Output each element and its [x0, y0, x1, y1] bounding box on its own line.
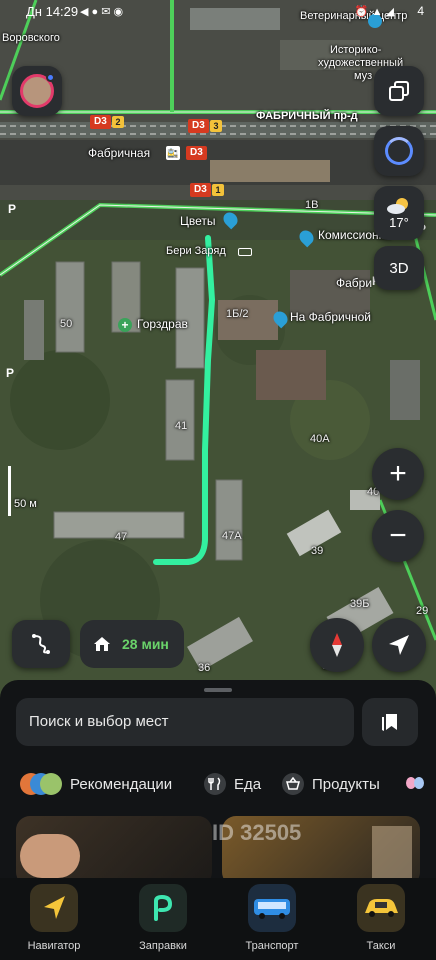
nav-label: Заправки	[139, 940, 187, 952]
nav-fuel[interactable]: Заправки	[113, 884, 213, 958]
map-label-flowers-shop[interactable]: Цветы	[180, 214, 216, 228]
navigator-icon	[30, 884, 78, 932]
nav-label: Такси	[366, 940, 396, 952]
map-label-fabri[interactable]: Фабри	[336, 276, 372, 290]
building-number: 40А	[310, 433, 330, 445]
basket-icon	[282, 773, 304, 795]
bottom-navigation: Навигатор Заправки Транспорт Такси	[0, 878, 436, 960]
building-number: 36	[198, 662, 211, 674]
3d-mode-button[interactable]: 3D	[374, 246, 424, 290]
signal-icons: ⏰ ▲ ◢	[354, 6, 394, 18]
card-photo	[372, 826, 412, 880]
building-number: 39	[311, 545, 324, 557]
nav-taxi[interactable]: Такси	[331, 884, 431, 958]
bookmarks-button[interactable]	[362, 698, 418, 746]
category-groceries[interactable]: Продукты	[282, 770, 380, 798]
notification-icons: ◀ ● ✉ ◉	[80, 6, 124, 18]
building-number: 47А	[222, 530, 242, 542]
sheet-handle[interactable]	[204, 688, 232, 692]
road-number: 3	[210, 120, 222, 132]
road-number: 1	[212, 184, 224, 196]
fork-knife-icon	[204, 773, 226, 795]
building-number: 39Б	[350, 598, 370, 610]
nav-transport[interactable]: Транспорт	[222, 884, 322, 958]
building-number: 1В	[305, 199, 319, 211]
weather-button[interactable]: 17°	[374, 186, 424, 240]
map-label-museum-1: Историко-	[330, 44, 382, 56]
promo-cards: ID 32505	[0, 816, 436, 880]
bookmarks-icon	[382, 714, 397, 731]
road-badge: D3	[186, 146, 207, 160]
battery-level: 4	[417, 4, 424, 18]
route-duration: 28 мин	[122, 636, 169, 652]
building-number: 41	[175, 420, 188, 432]
avatar	[20, 73, 55, 108]
map-label-fabrichnaya-station[interactable]: Фабричная	[88, 146, 150, 160]
fuel-icon	[139, 884, 187, 932]
parking-icon: P	[8, 202, 17, 216]
recommendations-icon	[20, 773, 62, 795]
map-label-gorzdrav[interactable]: Горздрав	[137, 317, 188, 331]
location-arrow-icon	[389, 635, 409, 655]
map-label-museum-3: муз	[354, 70, 373, 82]
butterfly-icon[interactable]	[404, 774, 426, 796]
app-screen: Воровского Ветеринарный центр Историко- …	[0, 0, 436, 960]
nav-label: Транспорт	[245, 940, 299, 952]
my-location-button[interactable]	[372, 618, 426, 672]
layers-icon	[389, 81, 409, 101]
home-icon	[94, 637, 110, 651]
taxi-icon	[357, 884, 405, 932]
category-label: Продукты	[312, 775, 380, 793]
nav-label: Навигатор	[27, 940, 81, 952]
zoom-in-button[interactable]: +	[372, 448, 424, 500]
satellite-map	[0, 0, 436, 700]
alice-assistant-button[interactable]	[374, 126, 424, 176]
card-photo	[20, 834, 80, 878]
category-food[interactable]: Еда	[204, 770, 261, 798]
profile-button[interactable]	[12, 66, 62, 116]
category-label: Рекомендации	[70, 775, 173, 793]
watermark: ID 32505	[212, 820, 302, 845]
building-number: 1Б/2	[226, 308, 249, 320]
road-badge: D3	[188, 119, 209, 133]
category-row: Рекомендации Еда Продукты	[0, 766, 436, 802]
status-dot-icon	[46, 73, 55, 82]
building-number: 47	[115, 531, 128, 543]
promo-card[interactable]	[16, 816, 212, 880]
home-route-chip[interactable]: 28 мин	[80, 620, 184, 668]
battery-icon	[238, 248, 252, 256]
map-label-na-fabrichnoy[interactable]: На Фабричной	[290, 310, 371, 324]
zoom-out-button[interactable]: −	[372, 510, 424, 562]
scale-bar	[8, 466, 11, 516]
category-recommendations[interactable]: Рекомендации	[20, 770, 172, 798]
alice-icon	[385, 137, 413, 165]
map-label-fabrichny-street: ФАБРИЧНЫЙ пр-д	[256, 110, 358, 122]
bottom-sheet[interactable]: Поиск и выбор мест Рекомендации Еда Прод…	[0, 680, 436, 880]
building-number: 29	[416, 605, 429, 617]
map-scale-label: 50 м	[14, 498, 37, 510]
parking-icon: P	[6, 366, 15, 380]
pharmacy-icon[interactable]: +	[118, 318, 132, 332]
map-label-charge-station[interactable]: Бери Заряд	[166, 245, 226, 257]
bus-icon	[248, 884, 296, 932]
compass-icon	[332, 633, 342, 657]
weather-cloud-sun-icon	[387, 197, 408, 214]
road-badge: D3	[190, 183, 211, 197]
layers-button[interactable]	[374, 66, 424, 116]
road-badge: D3	[90, 115, 111, 129]
road-number: 2	[112, 116, 124, 128]
weather-temperature: 17°	[389, 214, 409, 230]
category-label: Еда	[234, 775, 262, 793]
map-view[interactable]: Воровского Ветеринарный центр Историко- …	[0, 0, 436, 700]
route-squiggle-icon	[32, 634, 50, 654]
train-icon: 🚉	[166, 146, 180, 160]
routes-button[interactable]	[12, 620, 70, 668]
status-bar: Дн 14:29 ◀ ● ✉ ◉ ⏰ ▲ ◢ 4	[0, 0, 436, 26]
search-input[interactable]: Поиск и выбор мест	[16, 698, 354, 746]
map-label-vorovskogo: Воровского	[2, 32, 60, 44]
building-number: 50	[60, 318, 73, 330]
nav-navigator[interactable]: Навигатор	[4, 884, 104, 958]
status-time: Дн 14:29	[26, 4, 79, 19]
compass-button[interactable]	[310, 618, 364, 672]
